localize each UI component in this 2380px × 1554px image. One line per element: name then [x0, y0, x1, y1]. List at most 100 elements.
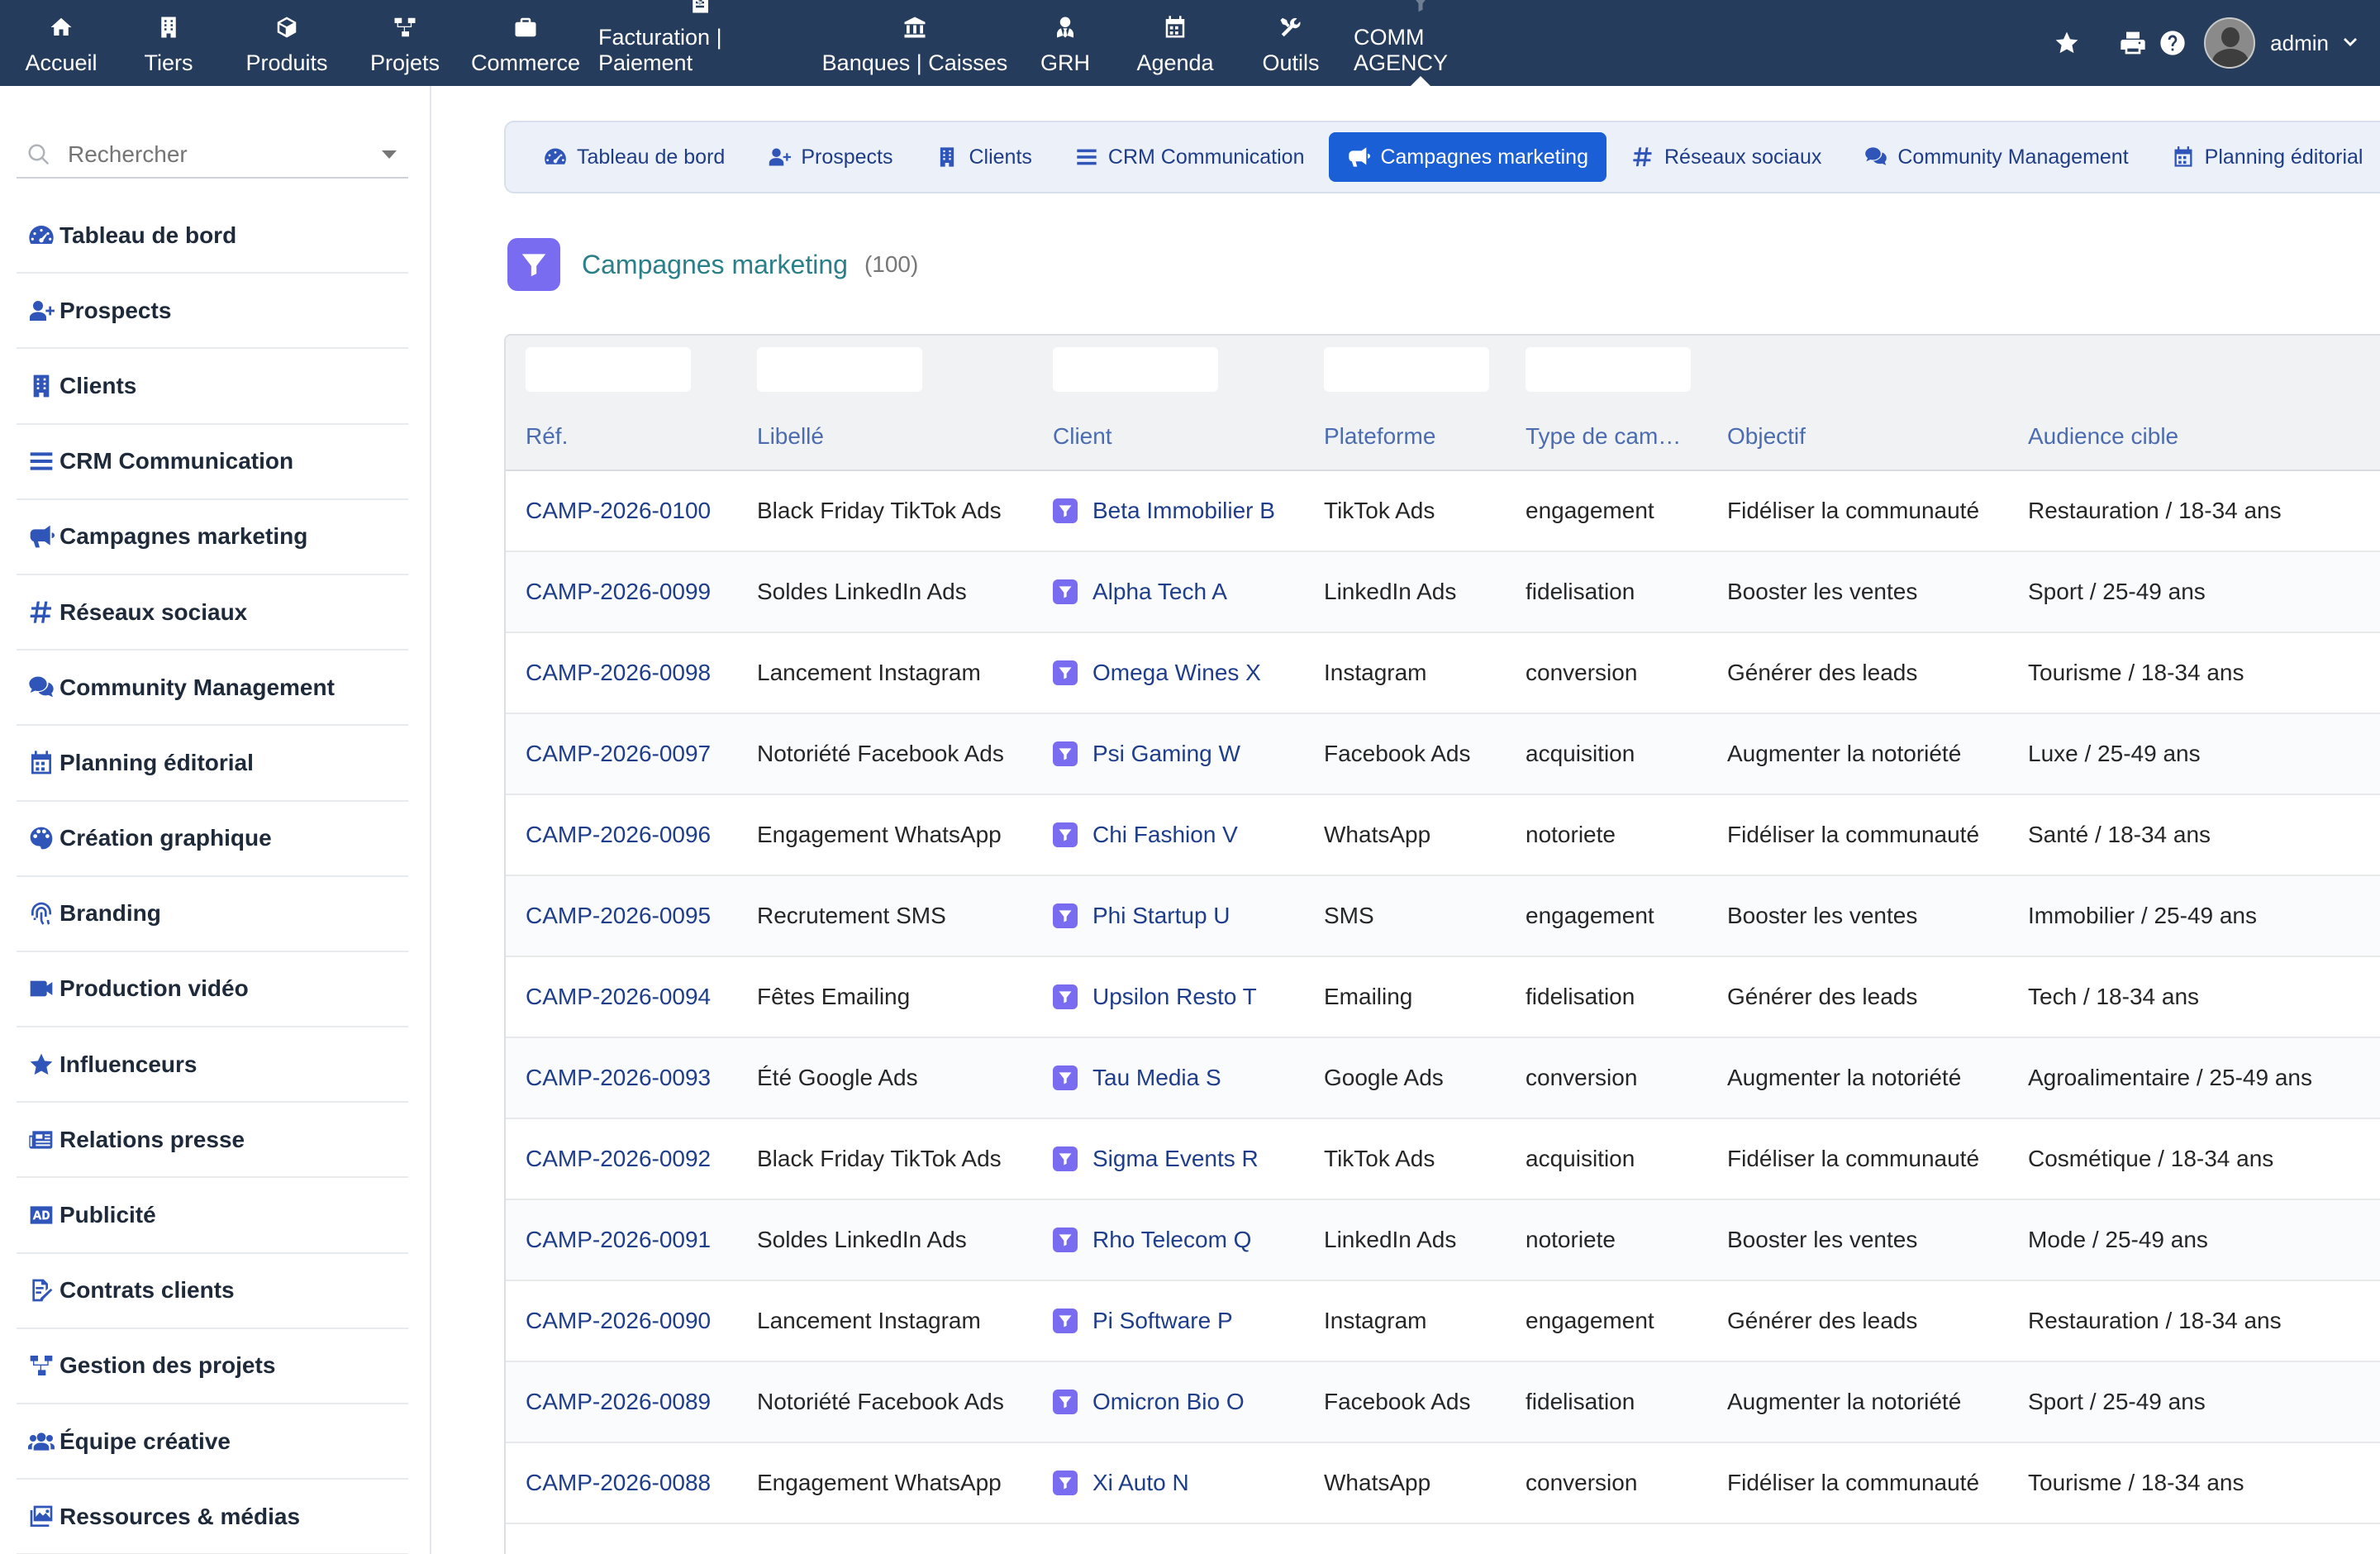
sidebar-item-15[interactable]: Gestion des projets — [17, 1329, 408, 1404]
cell-client[interactable]: Chi Fashion V — [1053, 795, 1238, 875]
tab-6[interactable]: Community Management — [1846, 132, 2146, 182]
sidebar-item-16[interactable]: Équipe créative — [17, 1404, 408, 1480]
topnav-item-agenda[interactable]: Agenda — [1112, 0, 1238, 86]
cell-client[interactable]: Alpha Tech A — [1053, 552, 1227, 632]
user-avatar[interactable] — [2204, 17, 2256, 69]
cell-ref[interactable]: CAMP-2026-0089 — [526, 1362, 711, 1442]
column-header[interactable]: Audience cible — [2028, 423, 2178, 450]
cell-client[interactable]: Omicron Bio O — [1053, 1362, 1245, 1442]
topnav-item-grh[interactable]: GRH — [1018, 0, 1112, 86]
sidebar-item-8[interactable]: Création graphique — [17, 802, 408, 877]
sidebar-search[interactable] — [17, 132, 408, 179]
sidebar-item-11[interactable]: Influenceurs — [17, 1027, 408, 1104]
cell-client[interactable]: Tau Media S — [1053, 1038, 1221, 1118]
topnav-item-outils[interactable]: Outils — [1238, 0, 1344, 86]
table-row[interactable]: CAMP-2026-0093 Été Google Ads Tau Media S G… — [506, 1038, 2380, 1119]
sidebar-item-17[interactable]: Ressources & médias — [17, 1480, 408, 1554]
column-header[interactable]: Objectif — [1727, 423, 1806, 450]
table-row[interactable]: CAMP-2026-0097 Notoriété Facebook Ads Psi … — [506, 714, 2380, 795]
topnav-item-tiers[interactable]: Tiers — [111, 0, 226, 86]
column-filter-input[interactable] — [1324, 347, 1489, 392]
table-row[interactable]: CAMP-2026-0088 Engagement WhatsApp Xi Auto… — [506, 1443, 2380, 1524]
tab-3[interactable]: CRM Communication — [1057, 132, 1323, 182]
sidebar-item-7[interactable]: Planning éditorial — [17, 726, 408, 802]
column-filter-input[interactable] — [757, 347, 922, 392]
user-name[interactable]: admin — [2270, 31, 2329, 56]
sidebar-item-12[interactable]: Relations presse — [17, 1103, 408, 1179]
cell-ref[interactable]: CAMP-2026-0100 — [526, 471, 711, 551]
sidebar-item-1[interactable]: Prospects — [17, 274, 408, 350]
cell-client[interactable]: Sigma Events R — [1053, 1119, 1259, 1199]
column-header[interactable]: Libellé — [757, 423, 824, 450]
cell-client[interactable]: Omega Wines X — [1053, 633, 1261, 713]
cell-ref[interactable]: CAMP-2026-0096 — [526, 795, 711, 875]
sidebar-item-14[interactable]: Contrats clients — [17, 1254, 408, 1329]
cell-ref[interactable]: CAMP-2026-0092 — [526, 1119, 711, 1199]
topnav-item-banques-caisses[interactable]: Banques | Caisses — [812, 0, 1018, 86]
sidebar-item-6[interactable]: Community Management — [17, 651, 408, 727]
cell-client[interactable]: Upsilon Resto T — [1053, 957, 1257, 1037]
tab-4[interactable]: Campagnes marketing — [1329, 132, 1606, 182]
funnel-icon — [1053, 1065, 1078, 1090]
sidebar-item-9[interactable]: Branding — [17, 877, 408, 952]
cell-audience: Sport / 25-49 ans — [2028, 579, 2206, 604]
sidebar-item-10[interactable]: Production vidéo — [17, 952, 408, 1028]
column-header[interactable]: Client — [1053, 423, 1112, 450]
search-input[interactable] — [68, 141, 365, 168]
sidebar-item-3[interactable]: CRM Communication — [17, 425, 408, 500]
cell-ref[interactable]: CAMP-2026-0095 — [526, 876, 711, 956]
topnav-item-accueil[interactable]: Accueil — [12, 0, 111, 86]
column-header[interactable]: Plateforme — [1324, 423, 1435, 450]
cell-client[interactable]: Phi Startup U — [1053, 876, 1230, 956]
sidebar-item-4[interactable]: Campagnes marketing — [17, 500, 408, 575]
sidebar-item-13[interactable]: Publicité — [17, 1178, 408, 1254]
tab-5[interactable]: Réseaux sociaux — [1613, 132, 1840, 182]
table-row[interactable]: CAMP-2026-0089 Notoriété Facebook Ads Omic… — [506, 1362, 2380, 1443]
cell-client[interactable]: Psi Gaming W — [1053, 714, 1240, 794]
cell-ref[interactable]: CAMP-2026-0093 — [526, 1038, 711, 1118]
table-row[interactable]: CAMP-2026-0094 Fêtes Emailing Upsilon Rest… — [506, 957, 2380, 1038]
table-row[interactable]: CAMP-2026-0090 Lancement Instagram Pi Soft… — [506, 1281, 2380, 1362]
help-icon[interactable] — [2156, 26, 2189, 60]
column-filter-input[interactable] — [1526, 347, 1691, 392]
table-row[interactable]: CAMP-2026-0098 Lancement Instagram Omega W… — [506, 633, 2380, 714]
tab-0[interactable]: Tableau de bord — [526, 132, 743, 182]
topnav-item-commerce[interactable]: Commerce — [463, 0, 588, 86]
cell-client[interactable]: Xi Auto N — [1053, 1443, 1189, 1523]
column-header[interactable]: Type de cam… — [1526, 423, 1681, 450]
column-filter-input[interactable] — [1053, 347, 1218, 392]
column-filter-input[interactable] — [526, 347, 691, 392]
sidebar-item-5[interactable]: Réseaux sociaux — [17, 575, 408, 651]
cell-client[interactable]: Rho Telecom Q — [1053, 1200, 1251, 1280]
print-icon[interactable] — [2116, 26, 2149, 60]
table-row[interactable]: CAMP-2026-0099 Soldes LinkedIn Ads Alpha T… — [506, 552, 2380, 633]
topnav-item-facturation-paiement[interactable]: Facturation | Paiement — [588, 0, 812, 86]
cell-client[interactable]: Pi Software P — [1053, 1281, 1233, 1361]
table-row[interactable]: CAMP-2026-0096 Engagement WhatsApp Chi Fas… — [506, 795, 2380, 876]
topnav-item-produits[interactable]: Produits — [226, 0, 347, 86]
cell-ref[interactable]: CAMP-2026-0098 — [526, 633, 711, 713]
bookmark-star-icon[interactable] — [2050, 26, 2083, 60]
tab-2[interactable]: Clients — [917, 132, 1050, 182]
sidebar-item-2[interactable]: Clients — [17, 349, 408, 425]
cell-client[interactable]: Beta Immobilier B — [1053, 471, 1275, 551]
cell-ref[interactable]: CAMP-2026-0094 — [526, 957, 711, 1037]
tab-7[interactable]: Planning éditorial — [2154, 132, 2380, 182]
calendar-icon — [1162, 14, 1188, 41]
cell-ref[interactable]: CAMP-2026-0090 — [526, 1281, 711, 1361]
topnav-item-projets[interactable]: Projets — [347, 0, 463, 86]
cell-ref[interactable]: CAMP-2026-0099 — [526, 552, 711, 632]
table-row[interactable]: CAMP-2026-0091 Soldes LinkedIn Ads Rho Tel… — [506, 1200, 2380, 1281]
chevron-down-icon[interactable] — [2340, 33, 2360, 53]
table-row[interactable]: CAMP-2026-0092 Black Friday TikTok Ads Sig… — [506, 1119, 2380, 1200]
topnav-item-comm-agency[interactable]: COMM AGENCY — [1344, 0, 1497, 86]
cell-ref[interactable]: CAMP-2026-0091 — [526, 1200, 711, 1280]
cell-ref[interactable]: CAMP-2026-0097 — [526, 714, 711, 794]
tab-1[interactable]: Prospects — [750, 132, 911, 182]
table-row[interactable]: CAMP-2026-0100 Black Friday TikTok Ads Bet… — [506, 471, 2380, 552]
column-header[interactable]: Réf. — [526, 423, 568, 450]
search-dropdown-caret-icon[interactable] — [382, 150, 397, 159]
cell-ref[interactable]: CAMP-2026-0088 — [526, 1443, 711, 1523]
table-row[interactable]: CAMP-2026-0095 Recrutement SMS Phi Startup… — [506, 876, 2380, 957]
sidebar-item-0[interactable]: Tableau de bord — [17, 198, 408, 274]
